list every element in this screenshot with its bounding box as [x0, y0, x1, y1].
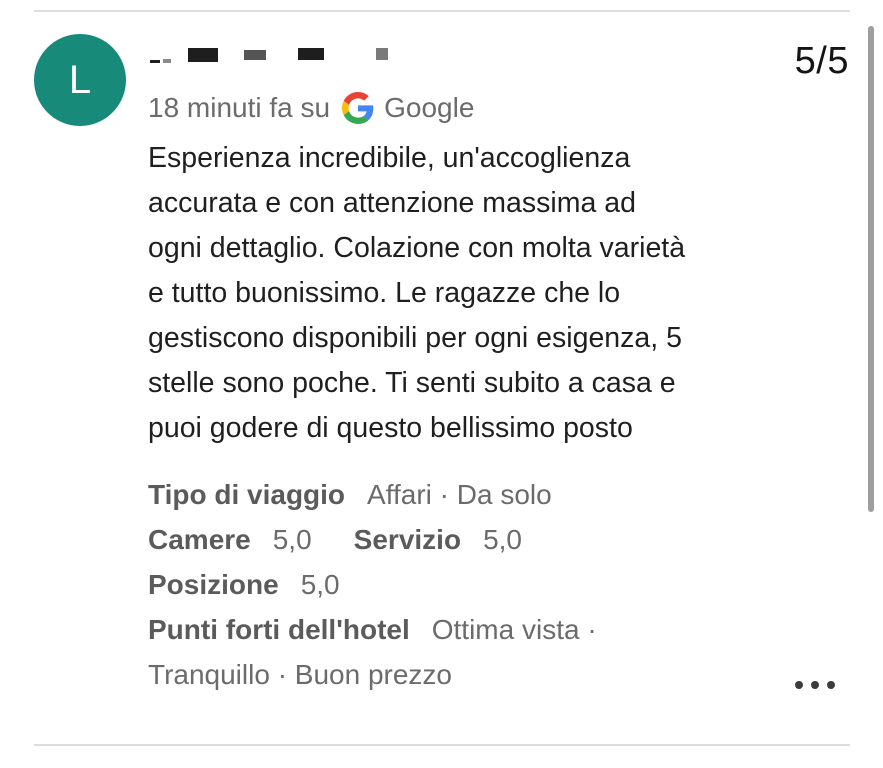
review-source: Google	[384, 92, 475, 123]
google-g-icon	[342, 92, 374, 124]
review-meta: 18 minuti fa su Google	[148, 92, 474, 124]
more-horizontal-icon[interactable]	[795, 672, 835, 698]
service-label: Servizio	[353, 524, 462, 555]
location-label: Posizione	[148, 569, 279, 600]
detail-row-ratings: Camere 5,0 Servizio 5,0	[148, 517, 597, 562]
detail-row-trip-type: Tipo di viaggio Affari · Da solo	[148, 472, 597, 517]
avatar[interactable]: L	[34, 34, 126, 126]
location-value: 5,0	[300, 569, 340, 600]
divider-bottom	[34, 744, 850, 746]
review-text-line: accurata e con attenzione massima ad	[148, 187, 636, 219]
review-text-line: puoi godere di questo bellissimo posto	[148, 412, 633, 444]
author-name-redacted[interactable]	[148, 42, 408, 68]
review-text-line: Esperienza incredibile, un'accoglienza	[148, 142, 631, 174]
review-text: Esperienza incredibile, un'accoglienza a…	[148, 136, 828, 451]
more-dot	[827, 681, 835, 689]
highlights-value-cont: Tranquillo · Buon prezzo	[148, 659, 453, 690]
review-time: 18 minuti fa su	[148, 92, 331, 123]
detail-row-highlights-cont: Tranquillo · Buon prezzo	[148, 652, 597, 697]
review-details: Tipo di viaggio Affari · Da solo Camere 5,…	[148, 472, 597, 697]
highlights-label: Punti forti dell'hotel	[148, 614, 410, 645]
detail-row-location: Posizione 5,0	[148, 562, 597, 607]
trip-type-value: Affari · Da solo	[367, 479, 552, 510]
more-dot	[811, 681, 819, 689]
review-text-line: gestiscono disponibili per ogni esigenza…	[148, 322, 682, 354]
service-value: 5,0	[483, 524, 522, 555]
avatar-initial: L	[68, 57, 92, 102]
divider-top	[34, 10, 850, 12]
rooms-value: 5,0	[272, 524, 312, 555]
review-text-line: stelle sono poche. Ti senti subito a cas…	[148, 367, 676, 399]
review-card: L 5/5 18 minuti fa su Google Esperienza …	[0, 0, 883, 768]
rooms-label: Camere	[148, 524, 251, 555]
trip-type-label: Tipo di viaggio	[148, 479, 346, 510]
review-text-line: ogni dettaglio. Colazione con molta vari…	[148, 232, 686, 264]
more-dot	[795, 681, 803, 689]
review-text-line: e tutto buonissimo. Le ragazze che lo	[148, 277, 621, 309]
highlights-value: Ottima vista ·	[431, 614, 597, 645]
review-rating: 5/5	[794, 40, 849, 82]
scrollbar[interactable]	[868, 26, 874, 512]
detail-row-highlights: Punti forti dell'hotel Ottima vista ·	[148, 607, 597, 652]
